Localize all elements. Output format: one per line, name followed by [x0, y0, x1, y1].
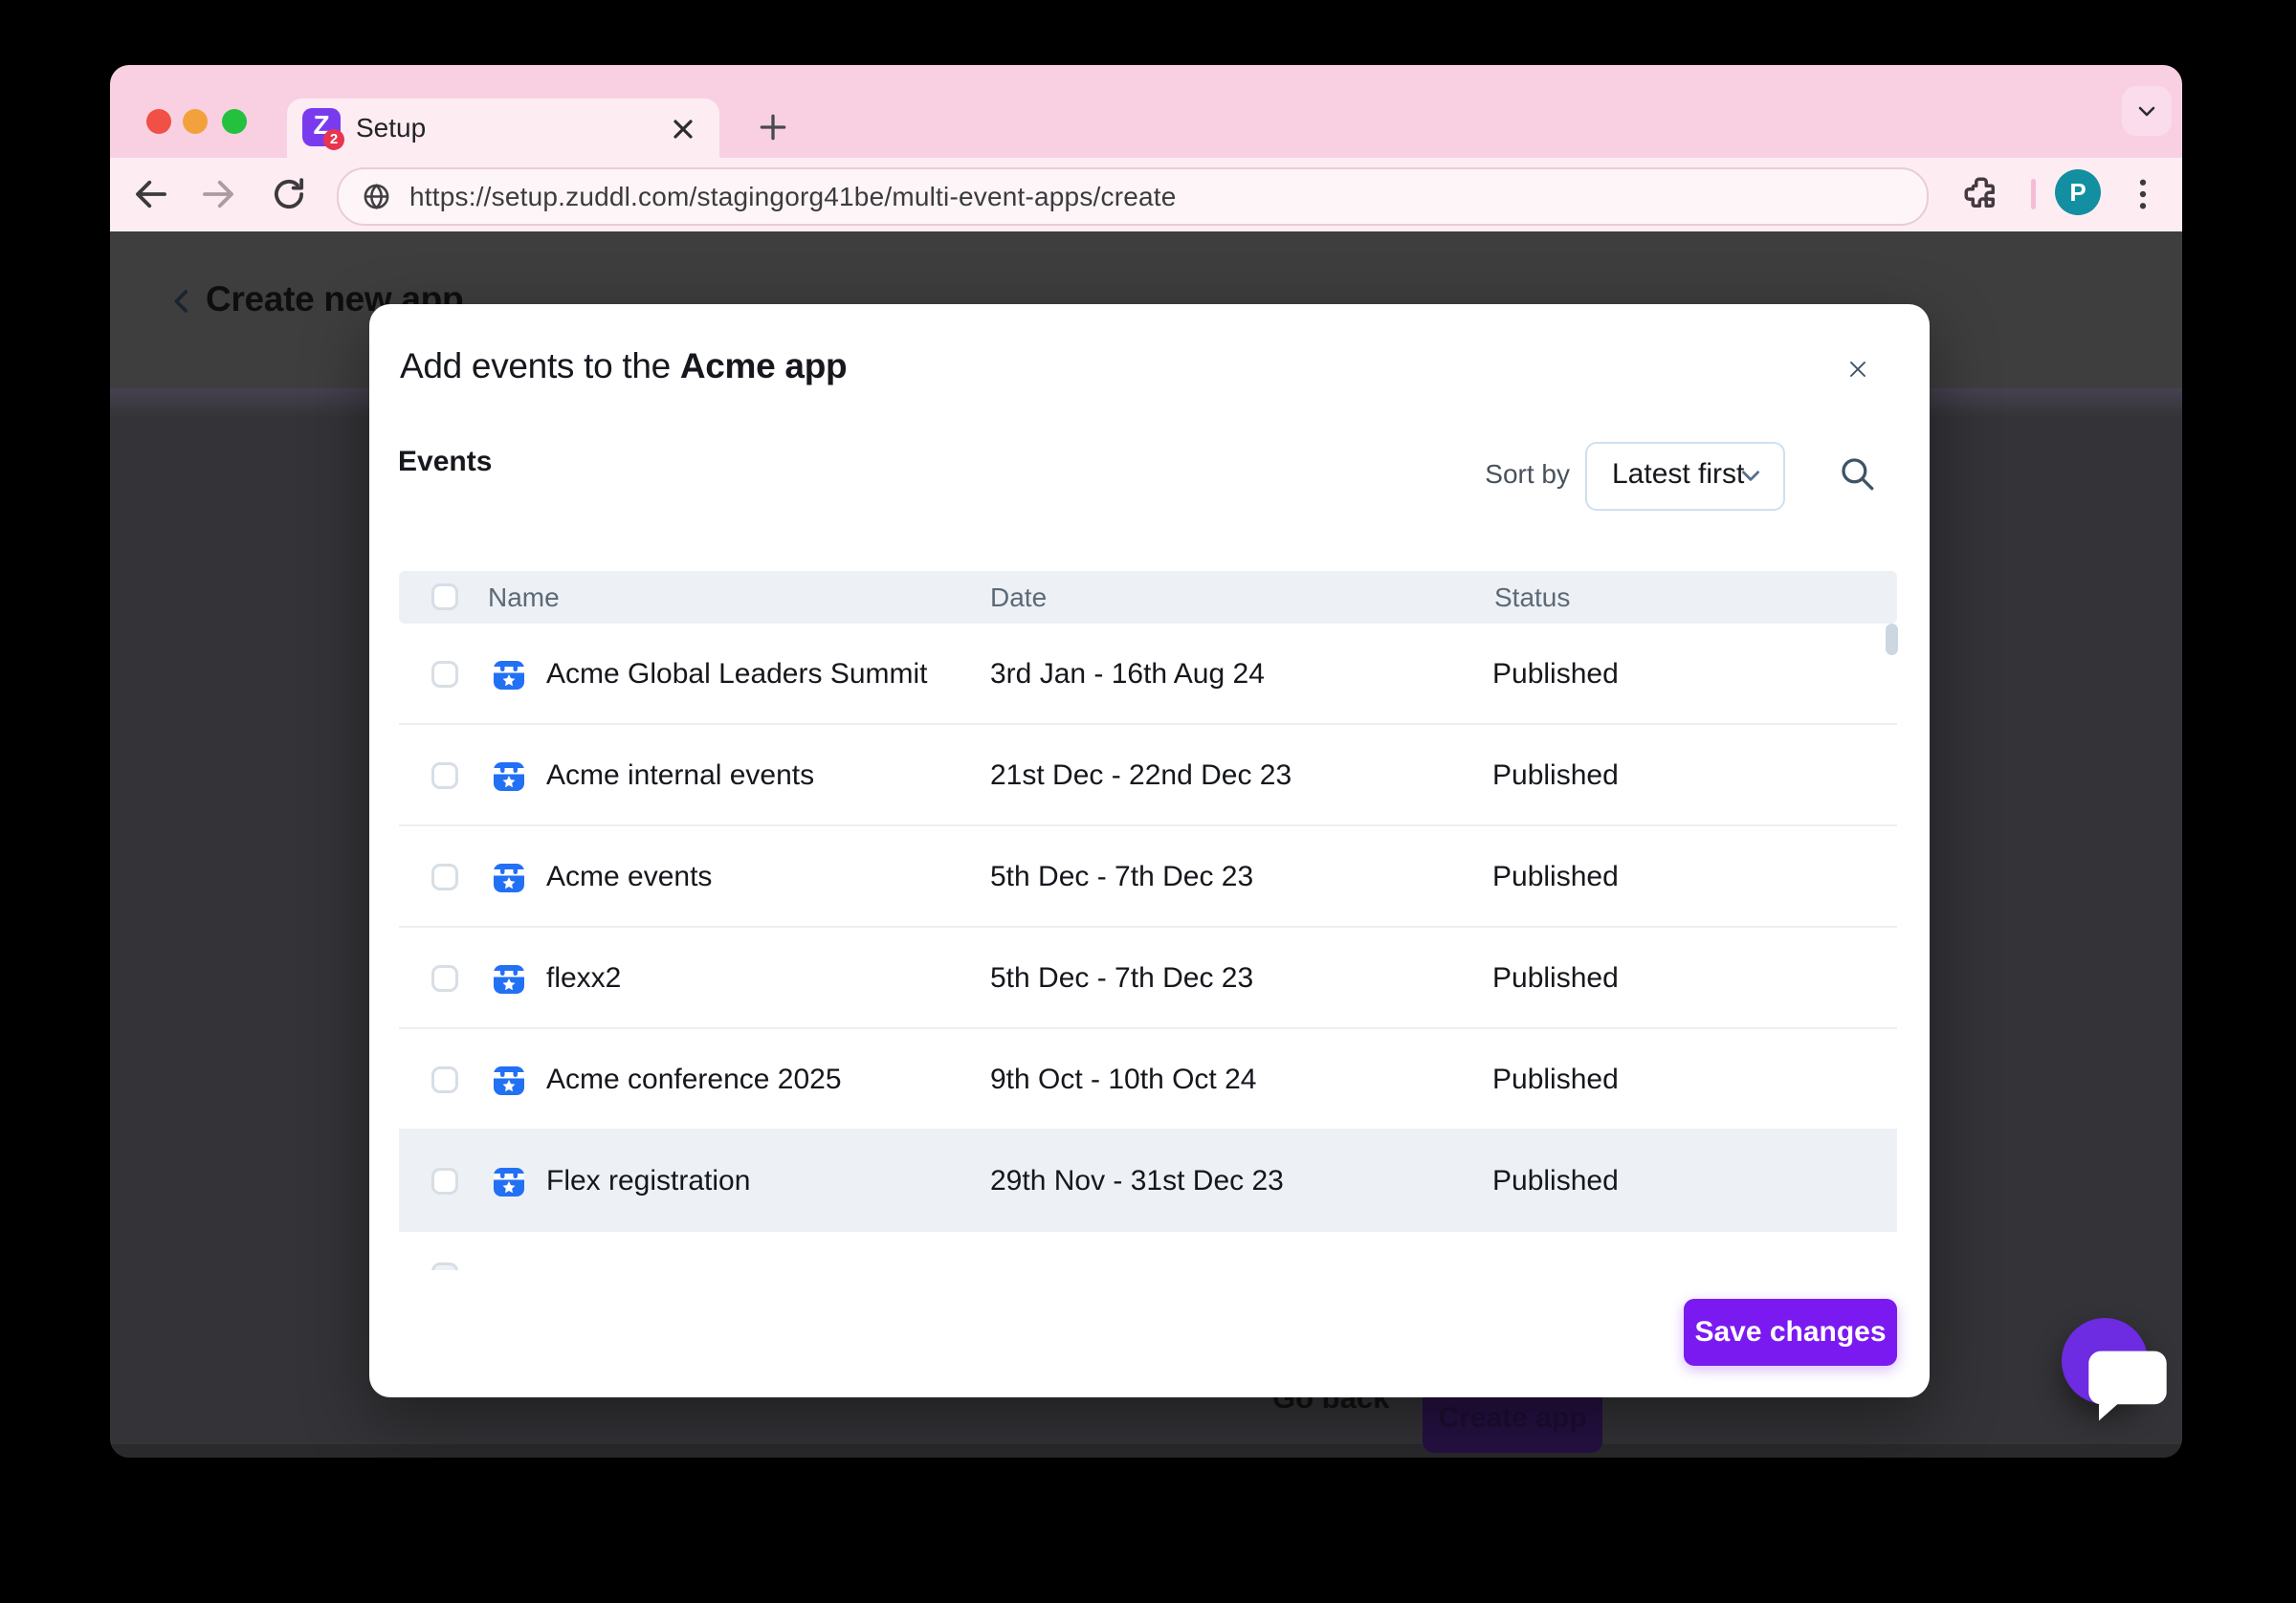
event-status: Published: [1492, 725, 1619, 826]
table-scrollbar-thumb[interactable]: [1886, 624, 1898, 655]
chevron-down-icon: [1738, 463, 1763, 488]
event-date: 5th Dec - 7th Dec 23: [990, 928, 1253, 1029]
event-calendar-icon: [493, 1165, 525, 1197]
event-status: Published: [1492, 1029, 1619, 1131]
event-calendar-icon: [493, 1064, 525, 1096]
next-row-checkbox-partial[interactable]: [431, 1263, 458, 1270]
url-text[interactable]: https://setup.zuddl.com/stagingorg41be/m…: [409, 169, 1177, 224]
modal-title-prefix: Add events to the: [400, 346, 680, 385]
sort-by-label: Sort by: [1383, 459, 1570, 490]
event-row[interactable]: Acme events 5th Dec - 7th Dec 23 Published: [399, 826, 1897, 928]
event-calendar-icon: [493, 861, 525, 893]
event-row[interactable]: flexx2 5th Dec - 7th Dec 23 Published: [399, 928, 1897, 1029]
event-date: 9th Oct - 10th Oct 24: [990, 1029, 1256, 1131]
row-checkbox[interactable]: [431, 864, 458, 890]
row-checkbox[interactable]: [431, 965, 458, 992]
sort-dropdown-value: Latest first: [1612, 444, 1744, 505]
event-calendar-icon: [493, 962, 525, 995]
modal-title: Add events to the Acme app: [400, 346, 847, 386]
tab-search-chevron-button[interactable]: [2122, 86, 2172, 136]
event-name: Acme conference 2025: [546, 1029, 842, 1131]
new-tab-button[interactable]: [754, 108, 792, 146]
row-checkbox[interactable]: [431, 1066, 458, 1093]
zuddl-favicon-icon: Z 2: [302, 108, 341, 146]
event-status: Published: [1492, 1131, 1619, 1232]
traffic-light-zoom[interactable]: [222, 109, 247, 134]
traffic-light-minimize[interactable]: [183, 109, 208, 134]
back-icon[interactable]: [131, 174, 171, 214]
column-header-date: Date: [990, 571, 1047, 624]
table-body: Acme Global Leaders Summit 3rd Jan - 16th…: [399, 624, 1897, 1270]
page-back-chevron-icon[interactable]: [166, 285, 198, 318]
select-all-checkbox[interactable]: [431, 583, 458, 610]
search-icon[interactable]: [1837, 453, 1877, 494]
address-bar[interactable]: https://setup.zuddl.com/stagingorg41be/m…: [337, 167, 1929, 226]
chat-fab-button[interactable]: [2062, 1318, 2148, 1404]
column-header-name: Name: [488, 571, 560, 624]
browser-toolbar: https://setup.zuddl.com/stagingorg41be/m…: [110, 158, 2182, 233]
modal-title-app-name: Acme app: [680, 346, 847, 385]
event-name: Flex registration: [546, 1131, 750, 1232]
row-checkbox[interactable]: [431, 661, 458, 688]
event-name: flexx2: [546, 928, 621, 1029]
chat-bubble-icon: [2088, 1351, 2166, 1421]
event-date: 3rd Jan - 16th Aug 24: [990, 624, 1265, 725]
event-status: Published: [1492, 826, 1619, 928]
event-status: Published: [1492, 624, 1619, 725]
traffic-light-close[interactable]: [146, 109, 171, 134]
save-changes-button[interactable]: Save changes: [1684, 1299, 1897, 1366]
browser-menu-dots-icon[interactable]: [2123, 174, 2163, 214]
tab-close-icon[interactable]: [668, 114, 698, 144]
event-row[interactable]: Flex registration 29th Nov - 31st Dec 23 P…: [399, 1131, 1897, 1232]
profile-avatar[interactable]: P: [2055, 169, 2101, 215]
event-row[interactable]: Acme internal events 21st Dec - 22nd Dec …: [399, 725, 1897, 826]
tab-strip: Z 2 Setup: [110, 65, 2182, 158]
event-name: Acme internal events: [546, 725, 814, 826]
event-status: Published: [1492, 928, 1619, 1029]
modal-close-icon[interactable]: [1837, 348, 1879, 390]
row-checkbox[interactable]: [431, 762, 458, 789]
event-date: 5th Dec - 7th Dec 23: [990, 826, 1253, 928]
browser-tab[interactable]: Z 2 Setup: [287, 99, 719, 158]
browser-window: Z 2 Setup https://setup: [110, 65, 2182, 1458]
forward-icon[interactable]: [198, 174, 238, 214]
toolbar-divider: [2031, 179, 2036, 209]
event-calendar-icon: [493, 658, 525, 691]
event-date: 21st Dec - 22nd Dec 23: [990, 725, 1292, 826]
favicon-badge: 2: [323, 129, 344, 150]
event-row[interactable]: Acme conference 2025 9th Oct - 10th Oct 2…: [399, 1029, 1897, 1131]
event-name: Acme Global Leaders Summit: [546, 624, 928, 725]
extensions-puzzle-icon[interactable]: [1961, 174, 2001, 214]
events-section-label: Events: [398, 446, 492, 478]
sort-dropdown[interactable]: Latest first: [1585, 442, 1785, 511]
reload-icon[interactable]: [269, 174, 309, 214]
tab-title: Setup: [356, 99, 426, 158]
row-checkbox[interactable]: [431, 1168, 458, 1195]
table-header-row: Name Date Status: [399, 571, 1897, 624]
column-header-status: Status: [1494, 571, 1570, 624]
event-row[interactable]: Acme Global Leaders Summit 3rd Jan - 16th…: [399, 624, 1897, 725]
event-calendar-icon: [493, 759, 525, 792]
add-events-modal: Add events to the Acme app Events Sort b…: [369, 304, 1930, 1397]
event-date: 29th Nov - 31st Dec 23: [990, 1131, 1284, 1232]
page-bottom-edge: [110, 1444, 2182, 1458]
site-info-globe-icon[interactable]: [362, 182, 391, 211]
event-name: Acme events: [546, 826, 712, 928]
